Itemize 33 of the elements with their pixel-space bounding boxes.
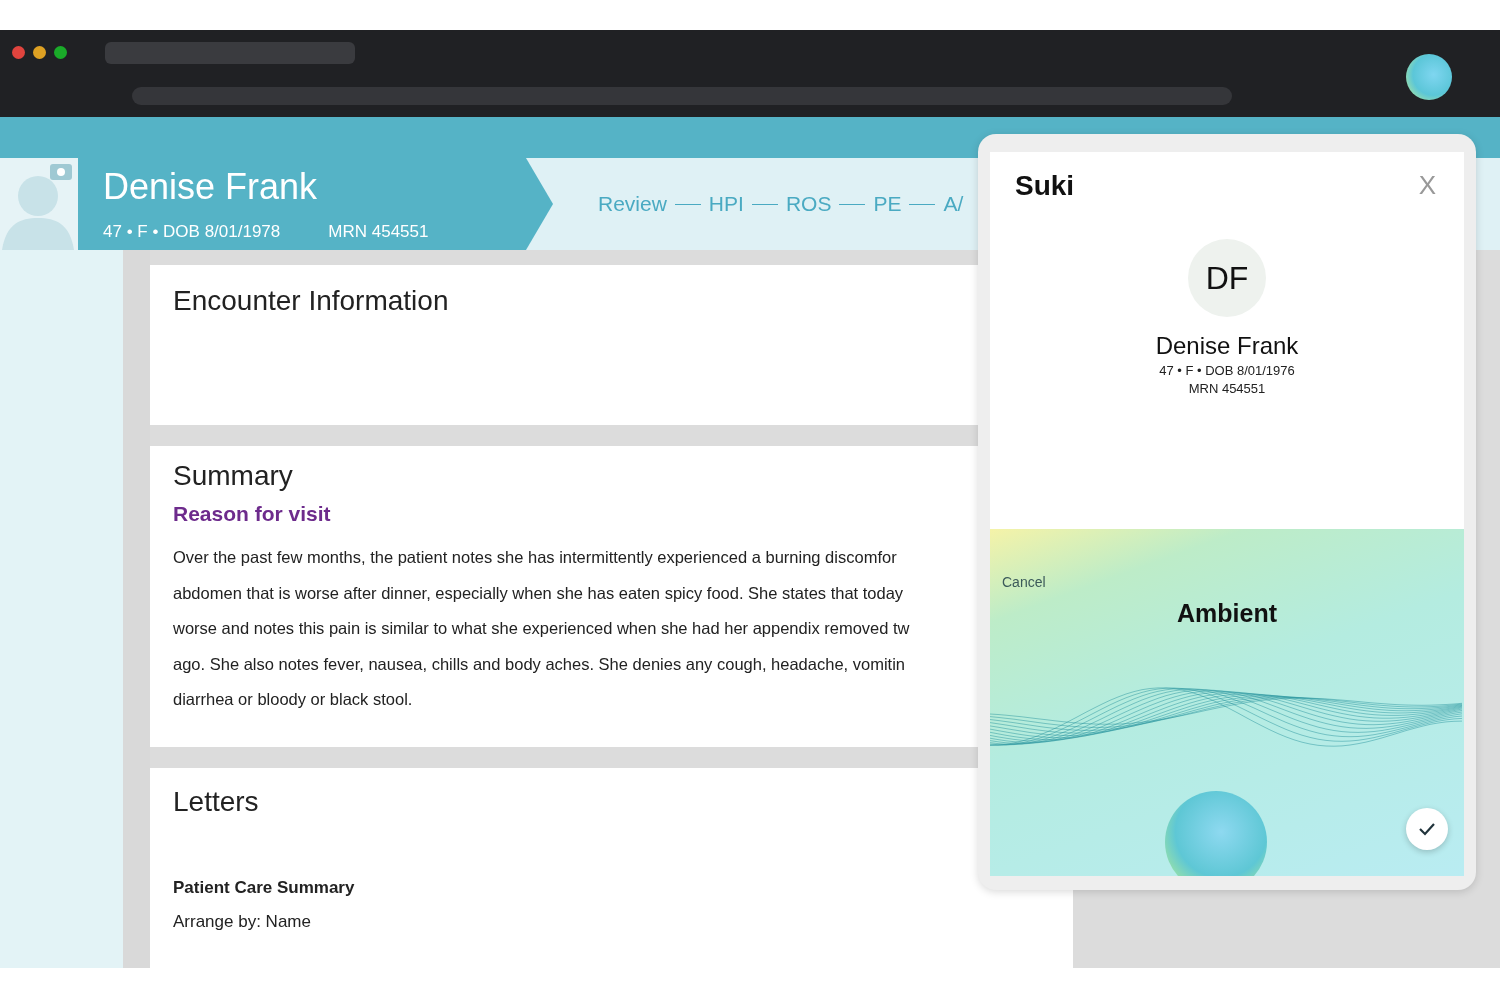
close-button[interactable]: X [1410, 166, 1444, 205]
step-link[interactable]: A/ [943, 192, 964, 216]
step-link[interactable]: HPI [708, 192, 744, 216]
check-button[interactable] [1406, 808, 1448, 850]
summary-line: abdomen that is worse after dinner, especially when she has eaten spicy food. She states that today [173, 582, 904, 604]
minimize-dot-icon[interactable] [33, 46, 46, 60]
orb-icon[interactable] [1406, 54, 1452, 100]
section-subtitle: Reason for visit [173, 502, 332, 526]
mode-title: Ambient [1177, 599, 1277, 628]
summary-line: diarrhea or bloody or black stool. [173, 689, 413, 710]
initials-avatar: DF [1188, 239, 1266, 317]
brand-logo: Suki [1015, 169, 1075, 202]
step-link[interactable]: ROS [785, 192, 832, 216]
patient-mrn: MRN 454551 [328, 222, 429, 242]
summary-line: Over the past few months, the patient notes she has intermittently experienced a burning discomfor [173, 547, 897, 568]
step-link[interactable]: PE [873, 192, 902, 216]
summary-line: ago. She also notes fever, nausea, chills and body aches. She denies any cough, headache, vomitin [173, 653, 905, 675]
patient-details: 47 • F • DOB 8/01/1978 [103, 222, 281, 242]
cancel-button[interactable]: Cancel [1002, 574, 1046, 590]
patient-details: 47 • F • DOB 8/01/1976 [1159, 363, 1295, 378]
section-title: Encounter Information [173, 285, 450, 317]
letter-heading: Patient Care Summary [173, 878, 356, 898]
maximize-dot-icon[interactable] [54, 46, 67, 60]
patient-name: Denise Frank [103, 166, 319, 208]
patient-name: Denise Frank [1155, 332, 1299, 360]
section-title: Summary [173, 460, 294, 492]
check-icon [1418, 822, 1436, 836]
section-title: Letters [173, 786, 260, 818]
patient-mrn: MRN 454551 [1188, 381, 1266, 396]
close-dot-icon[interactable] [12, 46, 25, 60]
step-link[interactable]: Review [598, 192, 667, 216]
summary-line: worse and notes this pain is similar to what she experienced when she had her appendix removed tw [173, 618, 910, 639]
arrange-label: Arrange by: Name [173, 912, 312, 932]
